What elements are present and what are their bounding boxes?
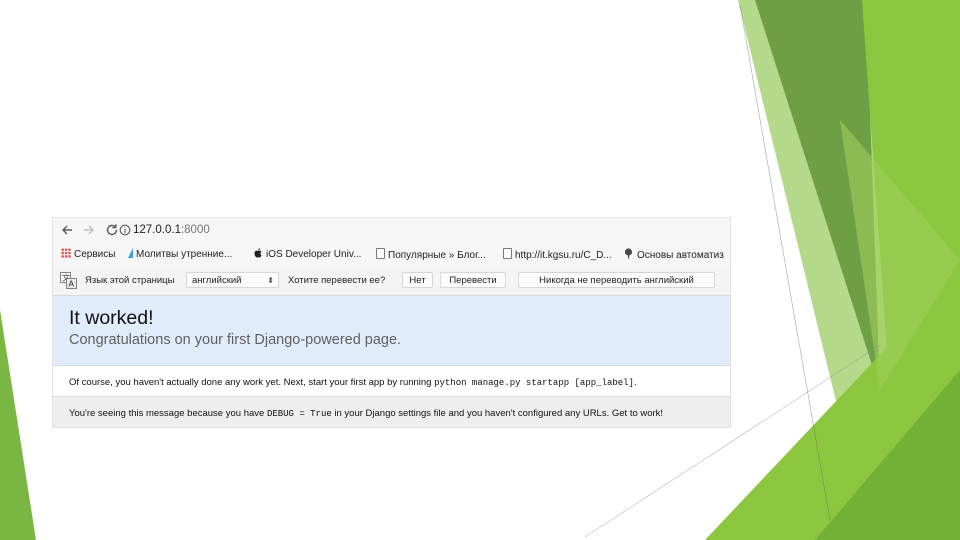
bookmark-prayers[interactable]: Молитвы утренние... bbox=[128, 248, 232, 260]
browser-screenshot: 127.0.0.1:8000 Сервисы Молитвы утренние.… bbox=[53, 218, 730, 427]
document-icon bbox=[376, 248, 385, 259]
startapp-command: python manage.py startapp [app_label] bbox=[434, 378, 634, 388]
bookmarks-bar: Сервисы Молитвы утренние... iOS Develope… bbox=[53, 244, 730, 267]
django-hero: It worked! Congratulations on your first… bbox=[53, 296, 730, 366]
tree-icon bbox=[623, 248, 634, 262]
url-port: :8000 bbox=[180, 224, 210, 236]
language-select-value: английский bbox=[192, 275, 242, 286]
bookmark-label: Молитвы утренние... bbox=[136, 249, 233, 260]
debug-text-part: You're seeing this message because you h… bbox=[69, 408, 267, 419]
bookmark-flag-icon bbox=[128, 248, 133, 258]
bookmark-label: Основы автоматиз bbox=[637, 250, 724, 261]
instructions-text-end: . bbox=[633, 377, 637, 388]
instructions-text-part: Of course, you haven't actually done any… bbox=[69, 377, 435, 388]
address-bar-row: 127.0.0.1:8000 bbox=[53, 218, 730, 245]
never-translate-button[interactable]: Никогда не переводить английский bbox=[518, 272, 715, 288]
forward-arrow-icon[interactable] bbox=[82, 223, 96, 237]
translate-icon: 文 A bbox=[60, 272, 77, 289]
bookmark-ios-developer[interactable]: iOS Developer Univ... bbox=[254, 248, 361, 261]
info-icon[interactable] bbox=[119, 223, 133, 237]
debug-explanation-row: You're seeing this message because you h… bbox=[53, 397, 730, 427]
translate-button[interactable]: Перевести bbox=[440, 272, 506, 288]
reload-icon[interactable] bbox=[105, 223, 119, 237]
instructions-row: Of course, you haven't actually done any… bbox=[53, 366, 730, 397]
bookmark-label: Популярные » Блог... bbox=[388, 250, 486, 261]
debug-explanation-text: You're seeing this message because you h… bbox=[69, 408, 663, 419]
select-arrows-icon: ⬍ bbox=[267, 276, 274, 285]
apple-icon bbox=[254, 248, 263, 261]
bookmark-label: Сервисы bbox=[74, 249, 116, 260]
language-select[interactable]: английский ⬍ bbox=[186, 272, 279, 288]
apps-grid-icon bbox=[61, 248, 71, 258]
bookmark-services[interactable]: Сервисы bbox=[61, 248, 115, 260]
debug-text-end: in your Django settings file and you hav… bbox=[331, 408, 664, 419]
bookmark-popular-blog[interactable]: Популярные » Блог... bbox=[376, 248, 486, 261]
svg-text:A: A bbox=[69, 280, 75, 289]
page-title: It worked! bbox=[69, 307, 154, 329]
bookmark-kgsu[interactable]: http://it.kgsu.ru/C_D... bbox=[503, 248, 612, 261]
translate-bar: 文 A Язык этой страницы английский ⬍ Хотит… bbox=[53, 266, 730, 296]
bookmark-label: iOS Developer Univ... bbox=[266, 249, 362, 260]
bookmark-label: http://it.kgsu.ru/C_D... bbox=[515, 250, 612, 261]
back-arrow-icon[interactable] bbox=[60, 223, 74, 237]
bookmark-automation-basics[interactable]: Основы автоматиз bbox=[623, 248, 724, 262]
address-bar[interactable]: 127.0.0.1:8000 bbox=[133, 224, 210, 236]
page-subtitle: Congratulations on your first Django-pow… bbox=[69, 332, 402, 348]
url-host: 127.0.0.1 bbox=[133, 224, 181, 236]
debug-setting-code: DEBUG = True bbox=[266, 409, 332, 419]
document-icon bbox=[503, 248, 512, 259]
instructions-text: Of course, you haven't actually done any… bbox=[69, 377, 637, 388]
translate-question: Хотите перевести ее? bbox=[288, 275, 386, 286]
no-button[interactable]: Нет bbox=[402, 272, 433, 288]
translate-language-label: Язык этой страницы bbox=[85, 275, 175, 286]
